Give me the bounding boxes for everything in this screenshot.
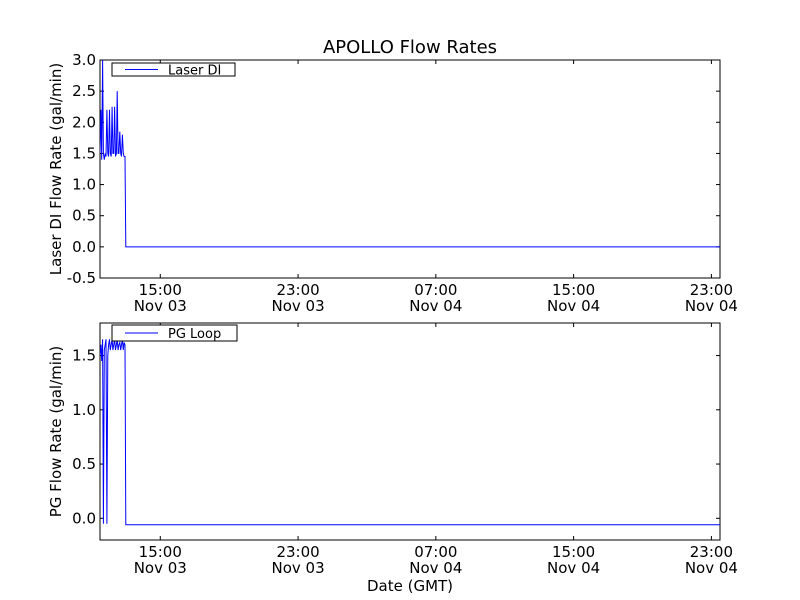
- x-tick-date-label: Nov 04: [547, 297, 600, 315]
- y-tick-label: 2.0: [72, 113, 96, 131]
- y-tick-label: 2.5: [72, 82, 96, 100]
- x-tick-date-label: Nov 03: [271, 559, 324, 577]
- y-axis-label: Laser DI Flow Rate (gal/min): [47, 63, 65, 275]
- y-tick-label: 0.0: [72, 238, 96, 256]
- y-tick-label: 1.5: [72, 347, 96, 365]
- x-tick-date-label: Nov 04: [409, 297, 462, 315]
- y-tick-label: 1.0: [72, 401, 96, 419]
- y-tick-label: 0.0: [72, 509, 96, 527]
- x-tick-date-label: Nov 04: [409, 559, 462, 577]
- x-tick-date-label: Nov 03: [134, 559, 187, 577]
- y-tick-label: 0.5: [72, 207, 96, 225]
- x-tick-date-label: Nov 04: [685, 559, 738, 577]
- x-tick-date-label: Nov 04: [547, 559, 600, 577]
- chart-panel-1: APOLLO Flow Rates -0.5 0.0 0.5 1.0 1.5 2.0 2.5 3…: [47, 37, 738, 315]
- legend-label: Laser DI: [168, 64, 221, 79]
- plot-frame: [99, 59, 721, 279]
- y-axis-label: PG Flow Rate (gal/min): [47, 346, 65, 518]
- plot-frame: [99, 322, 721, 541]
- x-tick-date-label: Nov 03: [271, 297, 324, 315]
- figure: APOLLO Flow Rates -0.5 0.0 0.5 1.0 1.5 2.0 2.5 3…: [47, 37, 738, 595]
- legend-label: PG Loop: [168, 327, 221, 342]
- chart-title: APOLLO Flow Rates: [323, 37, 497, 58]
- y-tick-label: 1.5: [72, 144, 96, 162]
- y-tick-label: -0.5: [67, 269, 96, 287]
- y-tick-label: 1.0: [72, 176, 96, 194]
- y-tick-label: 0.5: [72, 455, 96, 473]
- x-tick-date-label: Nov 04: [685, 297, 738, 315]
- x-axis-label: Date (GMT): [367, 577, 453, 595]
- y-tick-label: 3.0: [72, 51, 96, 69]
- chart-panel-2: 0.00.51.01.515:00Nov 0323:00Nov 0307:00N…: [47, 322, 738, 595]
- x-tick-date-label: Nov 03: [134, 297, 187, 315]
